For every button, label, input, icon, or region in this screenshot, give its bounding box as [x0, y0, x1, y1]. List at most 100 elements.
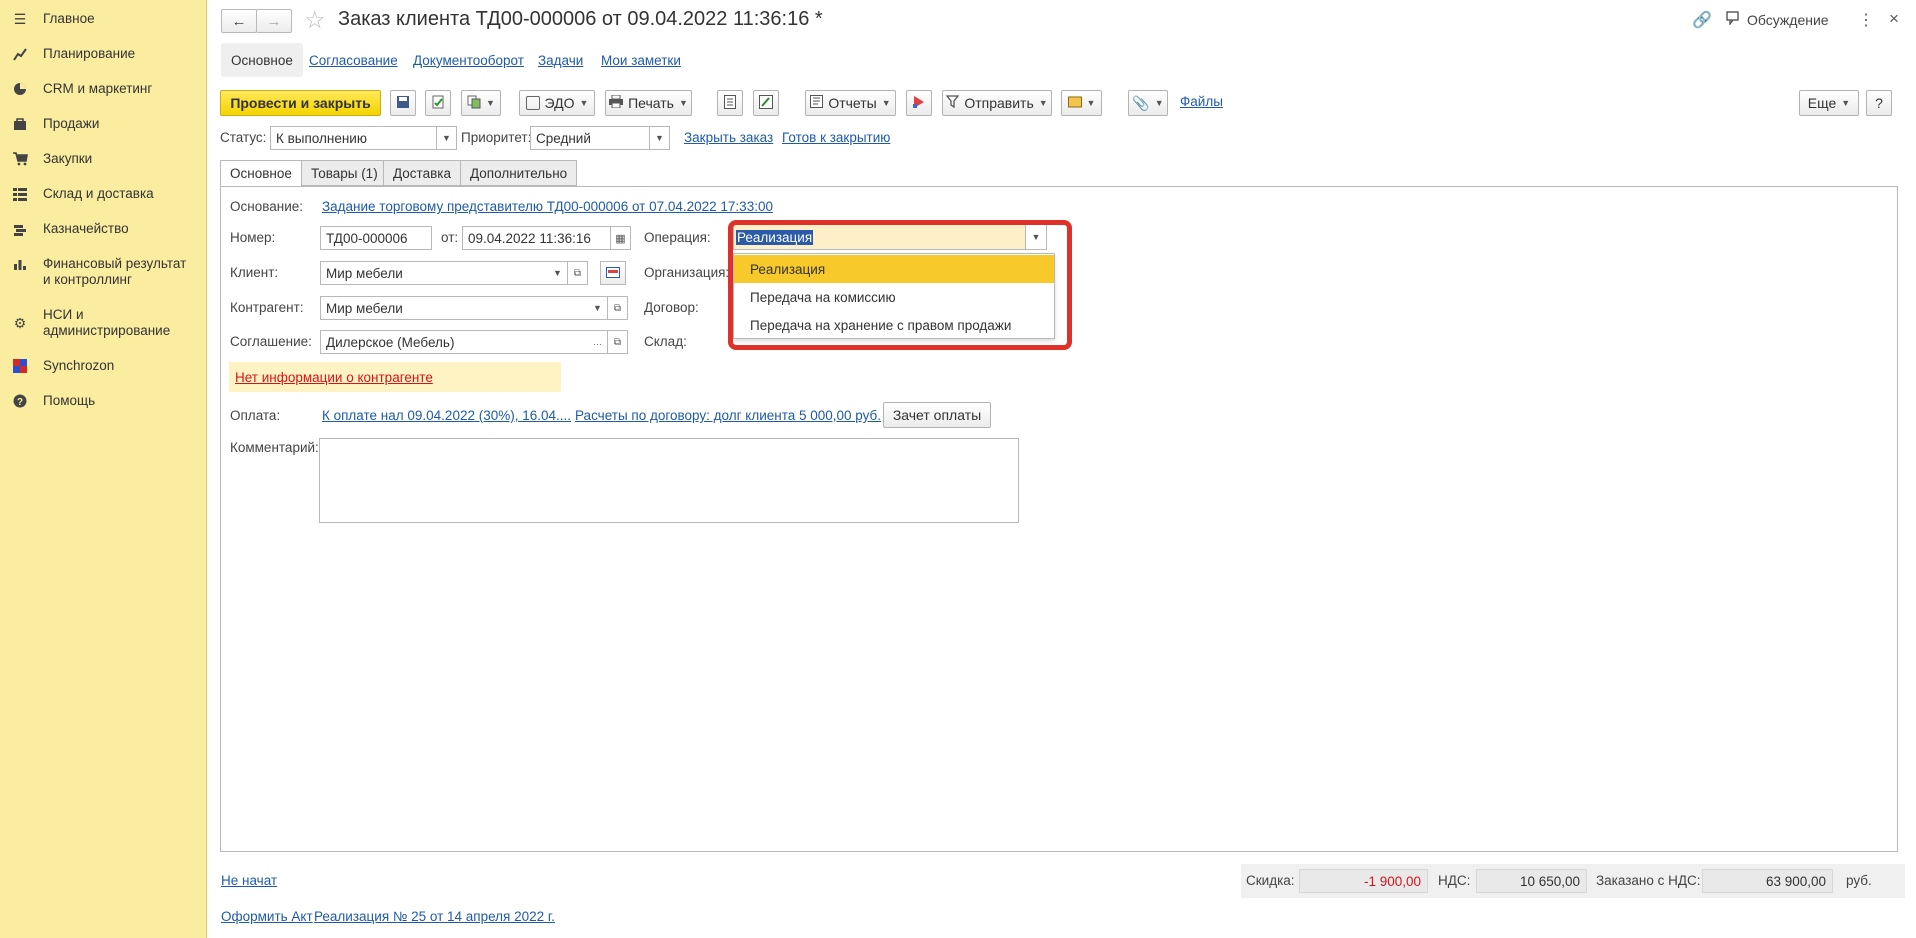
- payment-offset-button[interactable]: Зачет оплаты: [883, 402, 991, 428]
- chevron-down-icon: ▼: [593, 303, 602, 313]
- svg-text:?: ?: [17, 397, 23, 408]
- sidebar-item-synchrozon[interactable]: Synchrozon: [0, 358, 207, 374]
- contract-settlements-link[interactable]: Расчеты по договору: долг клиента 5 000,…: [575, 408, 881, 423]
- sidebar-item-admin[interactable]: ⚙ НСИ и администрирование: [0, 307, 207, 339]
- calendar-button[interactable]: ▦: [611, 226, 631, 250]
- sidebar-item-label: CRM и маркетинг: [43, 81, 153, 96]
- agreement-open-button[interactable]: ⧉: [608, 330, 628, 354]
- chevron-down-icon: ▼: [655, 133, 664, 143]
- open-window-icon: ⧉: [613, 336, 622, 348]
- post-button[interactable]: [425, 90, 451, 116]
- tab-inner-main[interactable]: Основное: [220, 160, 302, 187]
- sidebar-item-main[interactable]: ☰ Главное: [0, 11, 207, 27]
- create-based-on-button[interactable]: ▼: [461, 90, 501, 116]
- tab-tasks[interactable]: Задачи: [538, 43, 583, 77]
- post-and-close-button[interactable]: Провести и закрыть: [220, 90, 381, 116]
- payment-schedule-link[interactable]: К оплате нал 09.04.2022 (30%), 16.04....: [322, 408, 571, 423]
- sidebar-item-sales[interactable]: Продажи: [0, 116, 207, 132]
- comment-textarea[interactable]: [319, 438, 1019, 523]
- discount-value: -1 900,00: [1299, 869, 1428, 893]
- discount-label: Скидка:: [1246, 873, 1295, 888]
- edit-sign-button[interactable]: [753, 90, 779, 116]
- favorite-star-icon[interactable]: ☆: [304, 6, 326, 35]
- help-button[interactable]: ?: [1866, 90, 1892, 116]
- status-not-started-link[interactable]: Не начат: [221, 873, 277, 888]
- save-button[interactable]: [390, 90, 416, 116]
- sidebar-item-finance[interactable]: Финансовый результат и контроллинг: [0, 256, 207, 288]
- tab-notes[interactable]: Мои заметки: [601, 43, 681, 77]
- priority-field[interactable]: Средний: [530, 126, 650, 150]
- chevron-down-icon: ▼: [553, 268, 562, 278]
- sections-panel: ☰ Главное Планирование CRM и маркетинг П…: [0, 0, 207, 938]
- back-button[interactable]: ←: [221, 9, 257, 33]
- client-card-button[interactable]: [600, 261, 626, 285]
- sidebar-item-crm[interactable]: CRM и маркетинг: [0, 81, 207, 97]
- priority-dropdown-button[interactable]: ▼: [650, 126, 670, 150]
- warehouse-grid-icon: [12, 186, 28, 202]
- totals-panel: Скидка: -1 900,00 НДС: 10 650,00 Заказан…: [1241, 864, 1905, 898]
- attach-file-button[interactable]: 📎 ▼: [1128, 90, 1168, 116]
- open-window-icon: ⧉: [573, 267, 582, 279]
- reports-label: Отчеты: [828, 95, 877, 111]
- client-open-button[interactable]: ⧉: [568, 261, 588, 285]
- edo-button[interactable]: ЭДО ▼: [519, 90, 595, 116]
- warehouse-label: Склад:: [644, 334, 687, 349]
- status-dropdown-button[interactable]: ▼: [437, 126, 457, 150]
- save-icon: [396, 95, 410, 112]
- counterparty-dropdown-button[interactable]: ▼: [588, 296, 608, 320]
- files-link[interactable]: Файлы: [1180, 94, 1223, 109]
- sidebar-item-treasury[interactable]: Казначейство: [0, 221, 207, 237]
- send-button[interactable]: Отправить ▼: [942, 90, 1052, 116]
- client-field[interactable]: Мир мебели: [320, 261, 556, 285]
- close-icon[interactable]: ×: [1889, 9, 1899, 29]
- tab-delivery[interactable]: Доставка: [383, 160, 461, 186]
- number-field[interactable]: ТД00-000006: [320, 226, 432, 250]
- forward-button[interactable]: →: [256, 9, 292, 33]
- basis-link[interactable]: Задание торговому представителю ТД00-000…: [322, 199, 773, 214]
- create-act-link[interactable]: Оформить Акт: [221, 909, 313, 924]
- more-button[interactable]: Еще ▼: [1799, 90, 1859, 116]
- reports-button[interactable]: Отчеты ▼: [805, 90, 896, 116]
- sidebar-item-purchases[interactable]: Закупки: [0, 151, 207, 167]
- sidebar-item-help[interactable]: ? Помощь: [0, 393, 207, 409]
- discussion-button[interactable]: Обсуждение: [1726, 11, 1829, 28]
- tab-docflow[interactable]: Документооборот: [413, 43, 524, 77]
- folder-icon: [1067, 95, 1082, 111]
- calendar-icon: ▦: [615, 232, 626, 245]
- attachments-menu-button[interactable]: ▼: [1061, 90, 1102, 116]
- tab-additional[interactable]: Дополнительно: [460, 160, 578, 186]
- document-form: ← → ☆ Заказ клиента ТД00-000006 от 09.04…: [208, 0, 1916, 938]
- highlight-frame: [728, 220, 1072, 350]
- synchrozon-logo-icon: [12, 358, 28, 374]
- counterparty-warning-link[interactable]: Нет информации о контрагенте: [235, 370, 433, 385]
- run-button[interactable]: [906, 90, 932, 116]
- page-title: Заказ клиента ТД00-000006 от 09.04.2022 …: [338, 8, 823, 30]
- agreement-field[interactable]: Дилерское (Мебель): [320, 330, 596, 354]
- date-label: от:: [441, 230, 459, 245]
- play-icon: [912, 95, 926, 112]
- tab-approval[interactable]: Согласование: [309, 43, 398, 77]
- tab-goods[interactable]: Товары (1): [301, 160, 388, 186]
- sidebar-item-label: Synchrozon: [43, 358, 115, 373]
- tab-main[interactable]: Основное: [221, 43, 303, 77]
- document-list-icon: [724, 94, 736, 112]
- sale-document-link[interactable]: Реализация № 25 от 14 апреля 2022 г.: [314, 909, 555, 924]
- counterparty-open-button[interactable]: ⧉: [608, 296, 628, 320]
- number-label: Номер:: [230, 230, 276, 245]
- planning-icon: [12, 46, 28, 62]
- sidebar-item-warehouse[interactable]: Склад и доставка: [0, 186, 207, 202]
- client-dropdown-button[interactable]: ▼: [548, 261, 568, 285]
- counterparty-field[interactable]: Мир мебели: [320, 296, 596, 320]
- date-field[interactable]: 09.04.2022 11:36:16: [462, 226, 611, 250]
- print-button[interactable]: Печать ▼: [605, 90, 692, 116]
- ready-to-close-link[interactable]: Готов к закрытию: [782, 130, 890, 145]
- agreement-select-button[interactable]: …: [588, 330, 608, 354]
- close-order-link[interactable]: Закрыть заказ: [684, 130, 773, 145]
- link-icon[interactable]: 🔗: [1692, 10, 1712, 30]
- sidebar-item-planning[interactable]: Планирование: [0, 46, 207, 62]
- more-actions-icon[interactable]: ⋮: [1858, 10, 1874, 30]
- chevron-down-icon: ▼: [1086, 98, 1096, 108]
- organization-label: Организация:: [644, 265, 730, 280]
- status-field[interactable]: К выполнению: [270, 126, 437, 150]
- structure-button[interactable]: [717, 90, 743, 116]
